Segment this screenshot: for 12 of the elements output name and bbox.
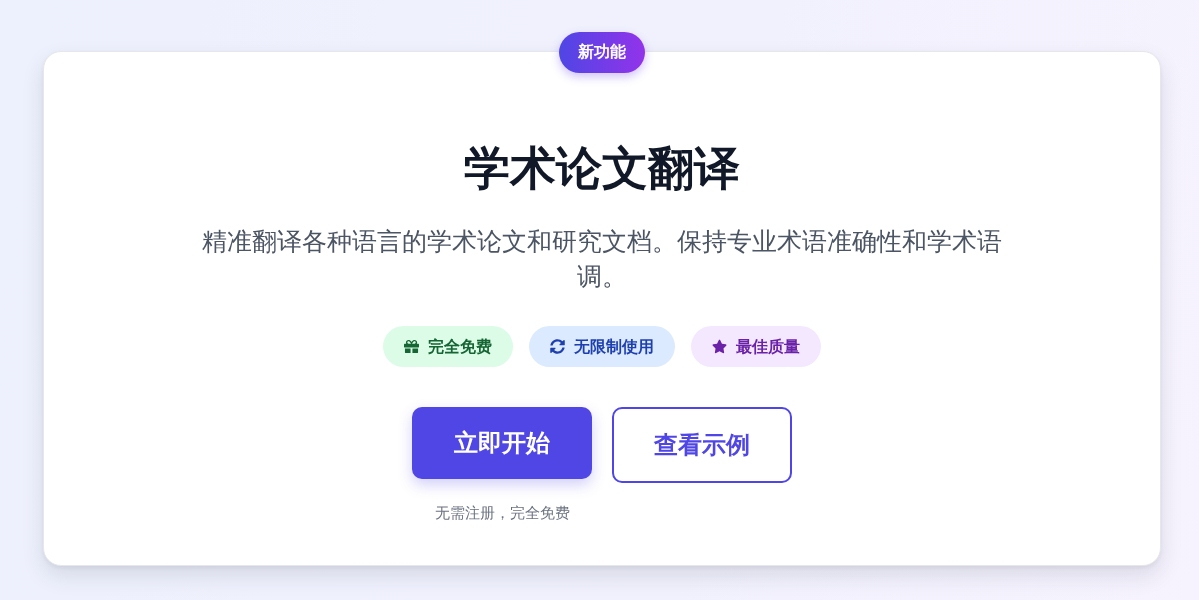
gift-icon — [404, 339, 419, 354]
star-icon — [712, 339, 727, 354]
view-example-button[interactable]: 查看示例 — [612, 407, 792, 483]
signup-note: 无需注册，完全免费 — [434, 503, 570, 523]
feature-label: 无限制使用 — [574, 336, 654, 357]
page-title: 学术论文翻译 — [464, 140, 740, 196]
description-text: 精准翻译各种语言的学术论文和研究文档。保持专业术语准确性和学术语调。 — [201, 226, 1003, 293]
feature-label: 最佳质量 — [736, 336, 800, 357]
new-feature-badge: 新功能 — [559, 32, 645, 73]
refresh-icon — [550, 339, 565, 354]
start-button[interactable]: 立即开始 — [412, 407, 592, 479]
feature-label: 完全免费 — [428, 336, 492, 357]
